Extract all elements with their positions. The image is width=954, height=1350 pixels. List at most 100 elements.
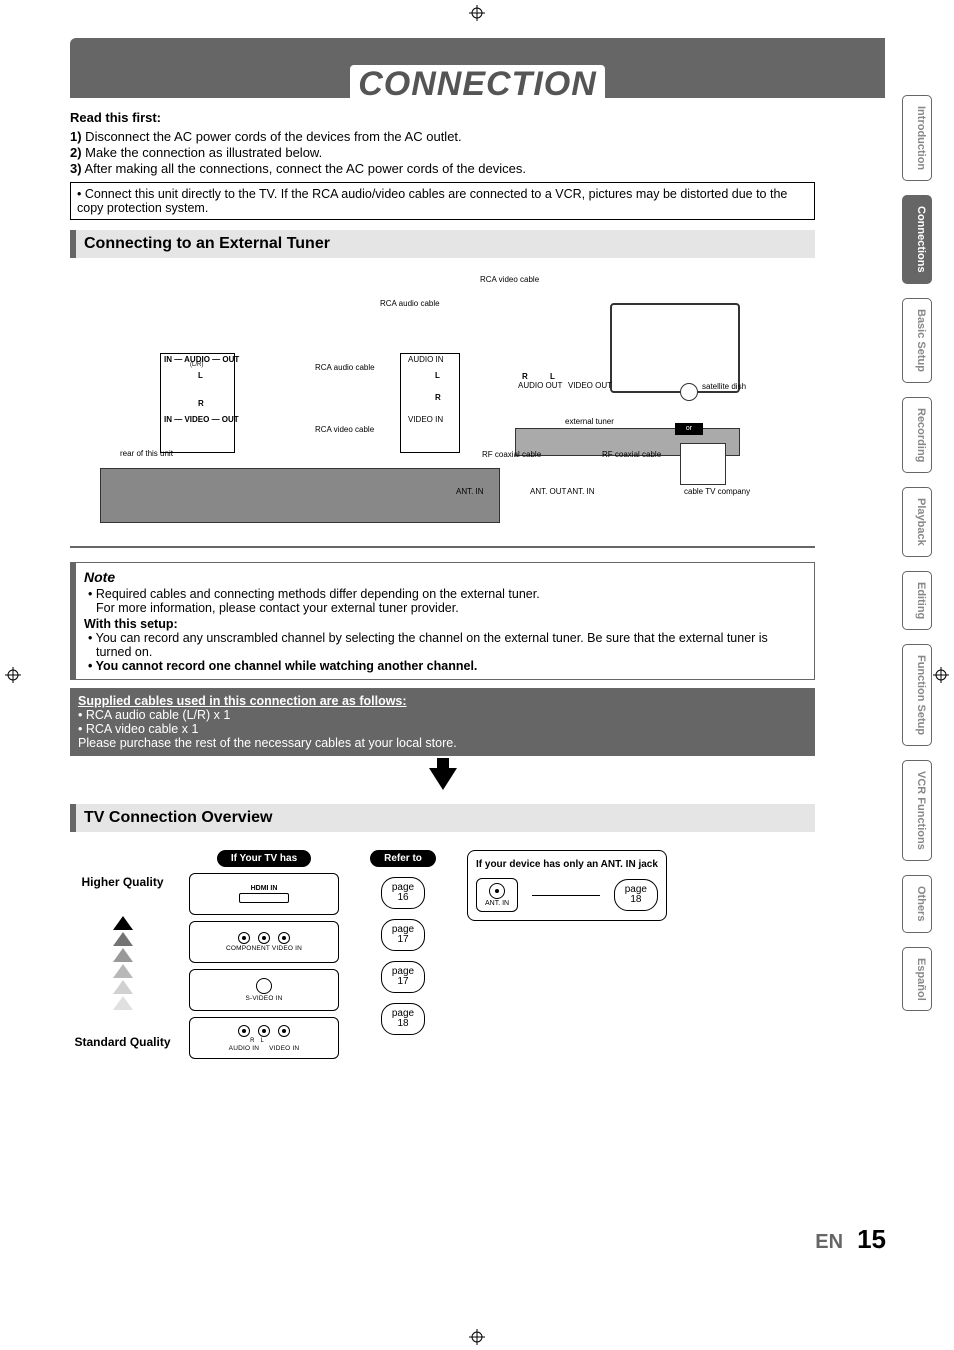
triangle-icon (113, 916, 133, 930)
cable-company-icon (680, 443, 726, 485)
tab-playback[interactable]: Playback (902, 487, 932, 557)
warning-box: • Connect this unit directly to the TV. … (70, 182, 815, 220)
tv-overview: Higher Quality Standard Quality If Your … (70, 842, 815, 1059)
triangle-icon (113, 964, 133, 978)
page-ref: page18 (614, 879, 658, 911)
step-2-text: Make the connection as illustrated below… (82, 145, 323, 160)
label-r: R (198, 400, 204, 408)
label-in-video-out: IN — VIDEO — OUT (164, 416, 239, 424)
label-l2: L (435, 372, 440, 380)
registration-mark-icon (469, 1329, 485, 1345)
label-ant-in-2: ANT. IN (567, 488, 595, 496)
supplied-heading: Supplied cables used in this connection … (78, 694, 807, 708)
page-title: CONNECTION (350, 65, 605, 104)
label-rca-audio-2: RCA audio cable (315, 364, 375, 372)
step-3-num: 3) (70, 161, 82, 176)
rear-unit-icon (100, 468, 500, 523)
step-2-num: 2) (70, 145, 82, 160)
label-lr: (L/R) (190, 362, 203, 368)
ant-note: If your device has only an ANT. IN jack (476, 859, 658, 870)
label-or: or (675, 423, 703, 435)
tab-recording[interactable]: Recording (902, 397, 932, 473)
refer-to-column: Refer to page16 page17 page17 page18 (353, 850, 453, 1035)
steps-list: 1) Disconnect the AC power cords of the … (70, 129, 815, 176)
label-rca-audio: RCA audio cable (380, 300, 440, 308)
ant-jack-box: ANT. IN (476, 878, 518, 912)
note-line-3: You cannot record one channel while watc… (84, 659, 806, 673)
rca-jack-icon (258, 932, 270, 944)
if-tv-has-header: If Your TV has (217, 850, 311, 867)
note-line-2: You can record any unscrambled channel b… (84, 631, 806, 659)
label-r2: R (435, 394, 441, 402)
page-ref: page16 (381, 877, 425, 909)
label-external-tuner: external tuner (565, 418, 614, 426)
read-first-heading: Read this first: (70, 110, 815, 125)
component-option: COMPONENT VIDEO IN (189, 921, 339, 963)
footer-page-num: 15 (857, 1224, 886, 1255)
tab-vcr-functions[interactable]: VCR Functions (902, 760, 932, 861)
hdmi-option: HDMI IN (189, 873, 339, 915)
supplied-cables-box: Supplied cables used in this connection … (70, 688, 815, 756)
title-bar: CONNECTION (70, 38, 885, 98)
tab-espanol[interactable]: Español (902, 947, 932, 1012)
tab-editing[interactable]: Editing (902, 571, 932, 630)
if-tv-has-column: If Your TV has HDMI IN COMPONENT VIDEO I… (189, 850, 339, 1059)
tab-others[interactable]: Others (902, 875, 932, 932)
connection-diagram: RCA video cable RCA audio cable IN — AUD… (70, 268, 815, 548)
hdmi-port-icon (239, 893, 289, 903)
rca-jack-icon (278, 932, 290, 944)
label-rca-video-2: RCA video cable (315, 426, 374, 434)
triangle-icon (113, 932, 133, 946)
label-rca-video: RCA video cable (480, 276, 539, 284)
registration-mark-icon (5, 667, 21, 683)
page-ref: page17 (381, 919, 425, 951)
section-external-tuner: Connecting to an External Tuner (70, 230, 815, 258)
higher-quality-label: Higher Quality (70, 876, 175, 890)
label-audio-in: AUDIO IN (408, 356, 444, 364)
rca-jack-icon (258, 1025, 270, 1037)
av-option: R L AUDIO IN VIDEO IN (189, 1017, 339, 1059)
down-arrow-icon (429, 768, 457, 790)
satellite-dish-icon (680, 383, 698, 401)
registration-mark-icon (933, 667, 949, 683)
note-with-setup: With this setup: (84, 617, 806, 631)
label-tv-audio-out: AUDIO OUT (518, 382, 562, 390)
label-rf-coax-2: RF coaxial cable (602, 451, 661, 459)
triangle-icon (113, 996, 133, 1010)
label-l: L (198, 372, 203, 380)
page-footer: EN 15 (815, 1224, 886, 1255)
page-ref: page18 (381, 1003, 425, 1035)
svideo-option: S-VIDEO IN (189, 969, 339, 1011)
registration-mark-icon (469, 5, 485, 21)
step-3-text: After making all the connections, connec… (82, 161, 526, 176)
quality-scale: Higher Quality Standard Quality (70, 850, 175, 1050)
section-tv-overview: TV Connection Overview (70, 804, 815, 832)
label-rear: rear of this unit (120, 450, 173, 458)
rca-jack-icon (238, 1025, 250, 1037)
note-line-1: Required cables and connecting methods d… (84, 587, 806, 615)
label-sat: satellite dish (702, 383, 746, 391)
rca-jack-icon (278, 1025, 290, 1037)
tab-function-setup[interactable]: Function Setup (902, 644, 932, 746)
tab-introduction[interactable]: Introduction (902, 95, 932, 181)
standard-quality-label: Standard Quality (70, 1036, 175, 1050)
footer-lang: EN (815, 1231, 843, 1254)
note-box: Note Required cables and connecting meth… (70, 562, 815, 680)
warning-text: Connect this unit directly to the TV. If… (77, 187, 787, 215)
ant-only-box: If your device has only an ANT. IN jack … (467, 850, 667, 921)
label-video-in: VIDEO IN (408, 416, 443, 424)
label-rf-coax-1: RF coaxial cable (482, 451, 541, 459)
triangle-icon (113, 980, 133, 994)
label-ant-out: ANT. OUT (530, 488, 566, 496)
svideo-jack-icon (256, 978, 272, 994)
step-1-text: Disconnect the AC power cords of the dev… (82, 129, 462, 144)
ant-jack-icon (489, 883, 505, 899)
side-tabs: Introduction Connections Basic Setup Rec… (902, 95, 932, 1011)
supplied-line-1: • RCA audio cable (L/R) x 1 (78, 708, 807, 722)
tab-basic-setup[interactable]: Basic Setup (902, 298, 932, 383)
tab-connections[interactable]: Connections (902, 195, 932, 284)
label-ant-in-1: ANT. IN (456, 488, 484, 496)
step-1-num: 1) (70, 129, 82, 144)
page-ref: page17 (381, 961, 425, 993)
tuner-io-panel (400, 353, 460, 453)
